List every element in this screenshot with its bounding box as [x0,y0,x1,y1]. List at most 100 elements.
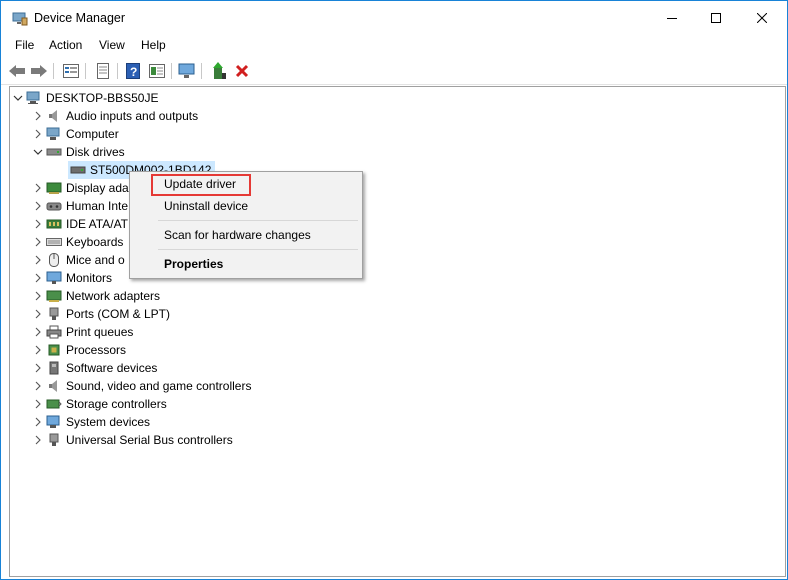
tree-item-ide-ata[interactable]: IDE ATA/AT [32,215,128,233]
add-driver-icon[interactable] [209,61,229,81]
ide-icon [46,217,62,231]
menu-bar: File Action View Help [1,36,787,56]
menu-update-driver[interactable]: Update driver [164,177,236,191]
software-icon [46,361,62,375]
tree-item-processors[interactable]: Processors [32,341,126,359]
minimize-button[interactable] [649,1,695,35]
chevron-right-icon[interactable] [32,341,44,359]
tree-item-label: Disk drives [66,145,125,159]
toolbar-separator [201,63,202,79]
chevron-right-icon[interactable] [32,197,44,215]
tree-item-label: Network adapters [66,289,161,303]
chevron-right-icon[interactable] [32,395,44,413]
disk-icon [46,145,62,159]
tree-item-label: Processors [66,343,127,357]
toolbar-separator [53,63,54,79]
chevron-right-icon[interactable] [32,359,44,377]
close-button[interactable] [739,1,785,35]
tree-item-print-queues[interactable]: Print queues [32,323,133,341]
tree-item-label: Software devices [66,361,158,375]
system-icon [46,415,62,429]
help-icon[interactable]: ? [123,61,143,81]
menu-separator [158,220,358,221]
chevron-right-icon[interactable] [32,125,44,143]
speaker-icon [46,109,62,123]
uninstall-x-icon[interactable] [232,61,252,81]
list-view-icon[interactable] [93,61,113,81]
context-menu: Update driver Uninstall device Scan for … [129,171,363,279]
device-tree[interactable]: DESKTOP-BBS50JE Audio inputs and outputs… [9,86,786,577]
tree-item-label: System devices [66,415,151,429]
tree-item-label: Universal Serial Bus controllers [66,433,233,447]
mouse-icon [46,253,62,267]
tree-item-label: Monitors [66,271,113,285]
tree-item-usb-controllers[interactable]: Universal Serial Bus controllers [32,431,233,449]
chevron-right-icon[interactable] [32,323,44,341]
chevron-right-icon[interactable] [32,431,44,449]
chevron-right-icon[interactable] [32,233,44,251]
sound-icon [46,379,62,393]
tree-item-label: Ports (COM & LPT) [66,307,171,321]
forward-icon[interactable] [29,61,49,81]
tree-item-human-interface[interactable]: Human Inte [32,197,128,215]
title-bar: Device Manager [1,1,787,35]
tree-item-label: IDE ATA/AT [66,217,129,231]
tree-root-label: DESKTOP-BBS50JE [46,91,159,105]
tree-item-label: Computer [66,127,119,141]
port-icon [46,307,62,321]
chevron-right-icon[interactable] [32,413,44,431]
tree-item-mice[interactable]: Mice and o [32,251,125,269]
chevron-right-icon[interactable] [32,269,44,287]
chevron-right-icon[interactable] [32,251,44,269]
tree-item-system-devices[interactable]: System devices [32,413,150,431]
tree-item-label: Human Inte [66,199,129,213]
chevron-right-icon[interactable] [32,377,44,395]
menu-action[interactable]: Action [47,38,84,52]
tree-item-display-adapters[interactable]: Display ada [32,179,129,197]
tree-item-keyboards[interactable]: Keyboards [32,233,123,251]
printer-icon [46,325,62,339]
network-icon [46,289,62,303]
tree-item-label: Audio inputs and outputs [66,109,199,123]
device-manager-window: Device Manager File Action View Help ? D… [0,0,788,580]
back-icon[interactable] [7,61,27,81]
menu-view[interactable]: View [97,38,127,52]
hid-icon [46,199,62,213]
monitor-scan-icon[interactable] [177,61,197,81]
tree-item-audio[interactable]: Audio inputs and outputs [32,107,198,125]
chevron-right-icon[interactable] [32,179,44,197]
monitor-icon [46,271,62,285]
menu-uninstall-device[interactable]: Uninstall device [164,199,248,213]
display-icon [46,181,62,195]
details-icon[interactable] [147,61,167,81]
tree-item-label: Storage controllers [66,397,167,411]
tree-item-disk-drives[interactable]: Disk drives [32,143,125,161]
chevron-right-icon[interactable] [32,107,44,125]
properties-view-icon[interactable] [61,61,81,81]
menu-scan-hardware[interactable]: Scan for hardware changes [164,228,311,242]
tree-item-label: Print queues [66,325,134,339]
drive-icon [70,163,86,177]
tree-item-label: Keyboards [66,235,124,249]
tree-item-ports[interactable]: Ports (COM & LPT) [32,305,170,323]
menu-help[interactable]: Help [139,38,168,52]
usb-icon [46,433,62,447]
tree-item-computer[interactable]: Computer [32,125,119,143]
tree-item-storage-controllers[interactable]: Storage controllers [32,395,167,413]
menu-file[interactable]: File [13,38,36,52]
chevron-right-icon[interactable] [32,215,44,233]
device-manager-app-icon [12,12,28,26]
chevron-right-icon[interactable] [32,305,44,323]
chevron-down-icon[interactable] [32,143,44,161]
chevron-right-icon[interactable] [32,287,44,305]
menu-properties[interactable]: Properties [164,257,223,271]
maximize-button[interactable] [693,1,739,35]
tree-item-monitors[interactable]: Monitors [32,269,112,287]
menu-separator [158,249,358,250]
tree-item-sound-video-game[interactable]: Sound, video and game controllers [32,377,251,395]
chevron-down-icon[interactable] [12,89,24,107]
tree-root[interactable]: DESKTOP-BBS50JE [12,89,159,107]
tree-item-network-adapters[interactable]: Network adapters [32,287,160,305]
tree-item-software-devices[interactable]: Software devices [32,359,157,377]
tree-item-label: Sound, video and game controllers [66,379,252,393]
